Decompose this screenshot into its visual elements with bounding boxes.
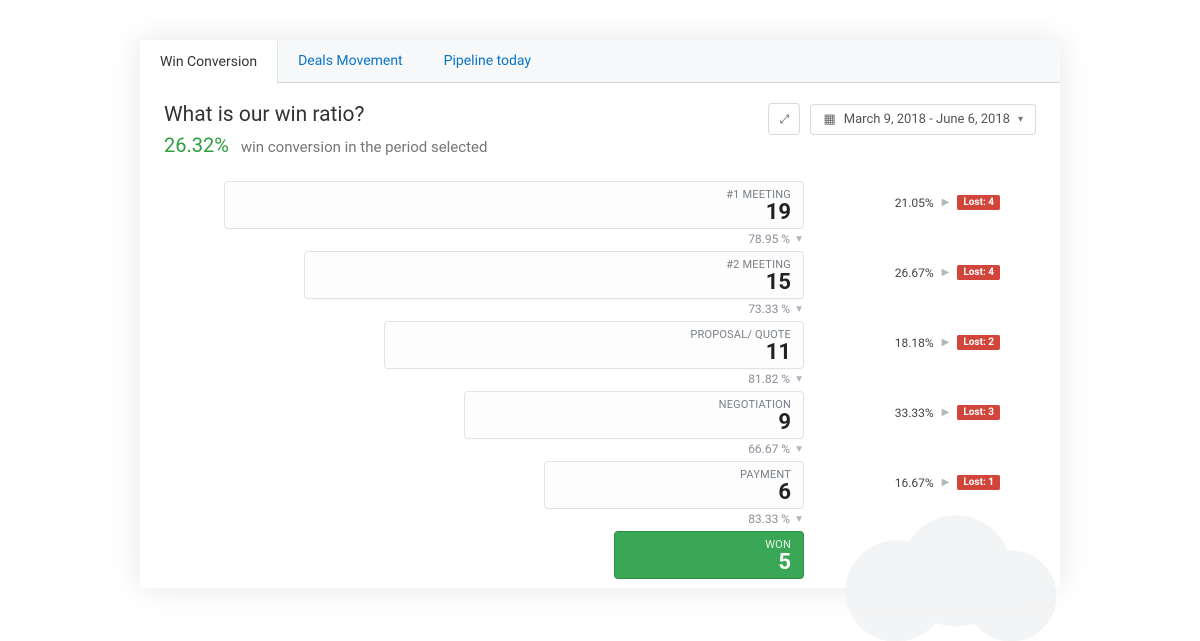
triangle-right-icon: ▶ [942, 267, 950, 278]
stage-label: #1 MEETING [237, 188, 791, 201]
lost-percent: 33.33% [895, 406, 934, 420]
triangle-down-icon: ▼ [794, 374, 804, 385]
triangle-down-icon: ▼ [794, 234, 804, 245]
funnel-chart: #1 MEETING19 78.95 % ▼ 21.05% ▶ Lost: 4 #2 MEE… [164, 181, 1036, 601]
lost-badge[interactable]: Lost: 4 [957, 195, 1000, 210]
tab-deals-movement[interactable]: Deals Movement [278, 40, 424, 82]
stage-count: 9 [477, 411, 791, 434]
pass-through-rate: 66.67 % ▼ [748, 442, 804, 456]
stage-count: 6 [557, 481, 791, 504]
lost-indicator[interactable]: 33.33% ▶ Lost: 3 [895, 405, 1000, 420]
lost-badge[interactable]: Lost: 1 [957, 475, 1000, 490]
lost-indicator[interactable]: 16.67% ▶ Lost: 1 [895, 475, 1000, 490]
pass-through-value: 73.33 % [748, 302, 790, 316]
lost-indicator[interactable]: 26.67% ▶ Lost: 4 [895, 265, 1000, 280]
triangle-down-icon: ▼ [794, 304, 804, 315]
funnel-stage-box[interactable]: PROPOSAL/ QUOTE11 [384, 321, 804, 369]
tab-win-conversion[interactable]: Win Conversion [140, 40, 278, 83]
funnel-stage-box[interactable]: NEGOTIATION9 [464, 391, 804, 439]
pass-through-rate: 78.95 % ▼ [748, 232, 804, 246]
lost-percent: 21.05% [895, 196, 934, 210]
funnel-stage[interactable]: PROPOSAL/ QUOTE11 [384, 321, 804, 369]
funnel-stage-won[interactable]: WON5 [614, 531, 804, 579]
calendar-icon: ▦ [823, 112, 835, 127]
stage-label: #2 MEETING [317, 258, 791, 271]
stage-count: 5 [627, 551, 791, 574]
stage-label: NEGOTIATION [477, 398, 791, 411]
tab-pipeline-today[interactable]: Pipeline today [424, 40, 552, 82]
triangle-down-icon: ▼ [794, 444, 804, 455]
header-text: What is our win ratio? 26.32% win conver… [164, 103, 487, 157]
report-panel: Win Conversion Deals Movement Pipeline t… [140, 40, 1060, 588]
expand-icon: ⤢ [780, 112, 790, 127]
triangle-right-icon: ▶ [942, 477, 950, 488]
pass-through-value: 81.82 % [748, 372, 790, 386]
stage-count: 11 [397, 341, 791, 364]
funnel-stage-box[interactable]: PAYMENT6 [544, 461, 804, 509]
funnel-stage-box[interactable]: #2 MEETING15 [304, 251, 804, 299]
lost-percent: 26.67% [895, 266, 934, 280]
date-range-picker[interactable]: ▦ March 9, 2018 - June 6, 2018 ▾ [810, 104, 1036, 135]
stage-label: PROPOSAL/ QUOTE [397, 328, 791, 341]
pass-through-value: 83.33 % [748, 512, 790, 526]
stage-count: 15 [317, 271, 791, 294]
stage-label: PAYMENT [557, 468, 791, 481]
funnel-stage[interactable]: #1 MEETING19 [224, 181, 804, 229]
pass-through-rate: 73.33 % ▼ [748, 302, 804, 316]
stage-count: 19 [237, 201, 791, 224]
funnel-stage[interactable]: NEGOTIATION9 [464, 391, 804, 439]
pass-through-rate: 81.82 % ▼ [748, 372, 804, 386]
lost-percent: 16.67% [895, 476, 934, 490]
chevron-down-icon: ▾ [1018, 114, 1023, 125]
pass-through-value: 78.95 % [748, 232, 790, 246]
funnel-stage[interactable]: WON5 [614, 531, 804, 579]
lost-badge[interactable]: Lost: 4 [957, 265, 1000, 280]
triangle-right-icon: ▶ [942, 407, 950, 418]
tab-bar: Win Conversion Deals Movement Pipeline t… [140, 40, 1060, 83]
win-percent: 26.32% [164, 133, 229, 157]
lost-badge[interactable]: Lost: 2 [957, 335, 1000, 350]
triangle-right-icon: ▶ [942, 197, 950, 208]
lost-badge[interactable]: Lost: 3 [957, 405, 1000, 420]
pass-through-rate: 83.33 % ▼ [748, 512, 804, 526]
funnel-stage-box[interactable]: #1 MEETING19 [224, 181, 804, 229]
lost-percent: 18.18% [895, 336, 934, 350]
date-range-text: March 9, 2018 - June 6, 2018 [844, 112, 1010, 127]
funnel-stage[interactable]: PAYMENT6 [544, 461, 804, 509]
win-percent-label: win conversion in the period selected [241, 138, 488, 156]
triangle-right-icon: ▶ [942, 337, 950, 348]
stage-label: WON [627, 538, 791, 551]
expand-button[interactable]: ⤢ [768, 103, 800, 135]
cloud-watermark [836, 501, 1056, 641]
triangle-down-icon: ▼ [794, 514, 804, 525]
pass-through-value: 66.67 % [748, 442, 790, 456]
page-title: What is our win ratio? [164, 103, 487, 127]
lost-indicator[interactable]: 21.05% ▶ Lost: 4 [895, 195, 1000, 210]
funnel-stage[interactable]: #2 MEETING15 [304, 251, 804, 299]
lost-indicator[interactable]: 18.18% ▶ Lost: 2 [895, 335, 1000, 350]
